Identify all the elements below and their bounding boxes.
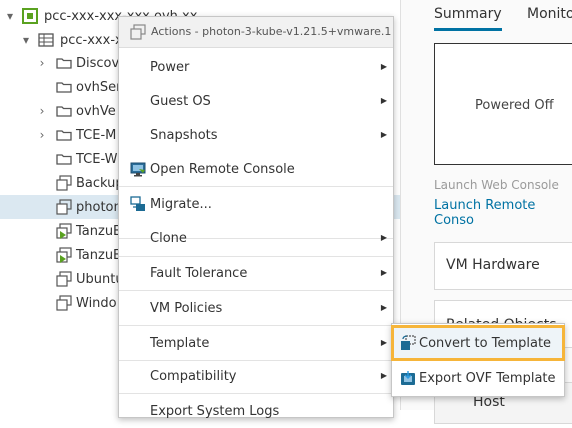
submenu-arrow-icon: ▶ [380,371,387,380]
submenu-arrow-icon: ▶ [380,338,387,347]
submenu-arrow-icon: ▶ [380,233,387,242]
menu-item-guest-os[interactable]: Guest OS ▶ [119,85,393,118]
menu-header-title: Actions - photon-3-kube-v1.21.5+vmware.1 [151,25,392,38]
submenu-arrow-icon: ▶ [380,96,387,105]
menu-item-label: Open Remote Console [150,162,295,177]
chevron-right-icon[interactable]: › [36,128,48,142]
tree-item-label: Ubuntu [76,271,124,287]
folder-icon [56,82,72,93]
menu-item-label: Migrate... [150,197,212,212]
folder-icon [56,154,72,165]
vm-icon [56,175,72,191]
menu-item-power[interactable]: Power ▶ [119,51,393,84]
submenu-arrow-icon: ▶ [380,130,387,139]
power-state-label: Powered Off [475,98,554,113]
tree-item-label: ovhVe [76,103,116,119]
submenu-item-export-ovf-template[interactable]: Export OVF Template [392,361,564,395]
tree-item-label: pcc-xxx-x [60,32,123,48]
remote-console-icon [130,162,146,177]
vm-running-icon [56,223,72,239]
tree-item-label: TCE-W [76,151,118,167]
template-submenu: Convert to Template Export OVF Template [391,323,565,397]
menu-separator [119,325,393,326]
menu-item-compatibility[interactable]: Compatibility ▶ [119,360,393,393]
vm-running-icon [56,247,72,263]
chevron-down-icon[interactable]: ▾ [4,9,16,23]
submenu-item-label: Export OVF Template [419,371,556,386]
actions-context-menu: Actions - photon-3-kube-v1.21.5+vmware.1… [118,16,394,419]
launch-web-console-link: Launch Web Console [434,178,559,192]
menu-item-label: Compatibility [150,369,237,384]
vm-icon [56,271,72,287]
menu-separator [119,290,393,291]
menu-item-label: Power [150,60,190,75]
menu-item-label: Guest OS [150,94,211,109]
launch-remote-console-link[interactable]: Launch Remote Conso [434,198,572,228]
vm-icon [56,295,72,311]
menu-item-label: Export System Logs [150,404,280,419]
tree-item-label: photon [76,199,122,215]
folder-icon [56,58,72,69]
menu-item-export-system-logs[interactable]: Export System Logs [119,395,393,428]
menu-item-label: Clone [150,231,187,246]
cluster-icon [38,33,54,47]
submenu-arrow-icon: ▶ [380,303,387,312]
tree-item-label: Discov [76,55,120,71]
submenu-arrow-icon: ▶ [380,62,387,71]
menu-item-label: Template [150,336,210,351]
menu-item-label: VM Policies [150,301,223,316]
menu-item-label: Snapshots [150,128,218,143]
tree-item-label: TCE-M [76,127,117,143]
export-ovf-icon [401,371,415,385]
submenu-item-convert-to-template[interactable]: Convert to Template [391,325,565,361]
tab-monitor[interactable]: Monito [527,6,572,22]
menu-item-open-remote-console[interactable]: Open Remote Console [119,153,393,186]
menu-item-migrate[interactable]: Migrate... [119,188,393,221]
menu-item-vm-policies[interactable]: VM Policies ▶ [119,292,393,325]
submenu-item-label: Convert to Template [419,336,552,351]
vm-icon [56,199,72,215]
submenu-arrow-icon: ▶ [380,268,387,277]
menu-item-label: Fault Tolerance [150,266,248,281]
vm-hardware-card[interactable]: VM Hardware [434,242,572,290]
tree-item-label: ovhSer [76,79,122,95]
migrate-icon [130,196,145,211]
tree-item-label: TanzuE [76,247,122,263]
chevron-right-icon[interactable]: › [36,56,48,70]
datacenter-icon [22,8,38,24]
chevron-right-icon[interactable]: › [36,104,48,118]
tree-item-label: Backup [76,175,124,191]
chevron-down-icon[interactable]: ▾ [20,33,32,47]
menu-item-fault-tolerance[interactable]: Fault Tolerance ▶ [119,257,393,290]
menu-separator [119,186,393,187]
menu-separator [119,393,393,394]
convert-template-icon [401,335,416,350]
vm-icon [130,24,146,40]
folder-icon [56,130,72,141]
tree-item-label: Windo [76,295,117,311]
menu-header: Actions - photon-3-kube-v1.21.5+vmware.1 [119,17,393,48]
folder-icon [56,106,72,117]
card-title: VM Hardware [446,257,540,273]
menu-item-clone[interactable]: Clone ▶ [119,222,393,255]
tab-summary[interactable]: Summary [434,6,502,31]
menu-item-template[interactable]: Template ▶ [119,327,393,360]
menu-item-snapshots[interactable]: Snapshots ▶ [119,119,393,152]
tree-item-label: TanzuB [76,223,122,239]
